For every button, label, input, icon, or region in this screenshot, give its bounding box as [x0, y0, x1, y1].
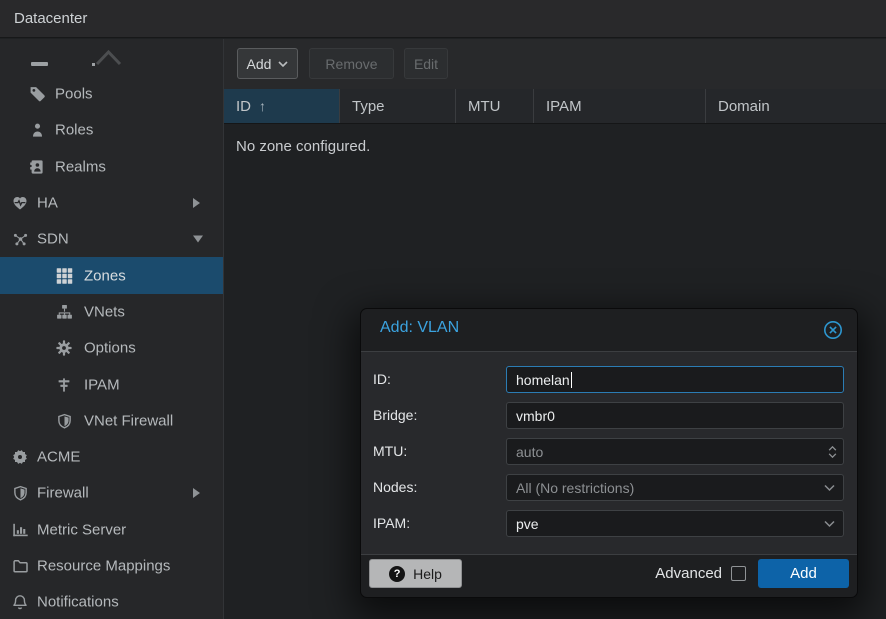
sidebar-item-ha[interactable]: HA [0, 185, 223, 221]
column-header-ipam[interactable]: IPAM [534, 89, 706, 123]
certificate-icon [10, 449, 30, 465]
sort-ascending-icon: ↑ [259, 98, 266, 114]
ipam-field-row: IPAM: pve [373, 510, 844, 537]
edit-button[interactable]: Edit [404, 48, 448, 79]
add-button[interactable]: Add [237, 48, 298, 79]
dialog-title: Add: VLAN [380, 319, 459, 337]
sidebar-item-acme[interactable]: ACME [0, 439, 223, 475]
mtu-spinner[interactable]: auto [506, 438, 844, 465]
id-input[interactable]: homelan [506, 366, 844, 393]
column-header-domain[interactable]: Domain [706, 89, 886, 123]
sidebar-item-resource-mappings[interactable]: Resource Mappings [0, 548, 223, 584]
toolbar: Add Remove Edit [224, 39, 886, 89]
sidebar-item-pools[interactable]: Pools [0, 76, 223, 112]
sidebar-item-realms[interactable]: Realms [0, 149, 223, 185]
dialog-body: ID: homelan Bridge: vmbr0 MTU: auto Node… [361, 351, 857, 555]
page-title: Datacenter [14, 0, 87, 38]
clipped-caret-fragment [95, 49, 122, 66]
address-book-icon [27, 159, 47, 175]
heartbeat-icon [10, 195, 30, 211]
sitemap-icon [54, 304, 74, 320]
ipam-field-label: IPAM: [373, 515, 410, 531]
sidebar-item-notifications[interactable]: Notifications [0, 584, 223, 619]
chevron-down-icon [278, 61, 288, 67]
shield-icon [10, 485, 30, 501]
bar-chart-icon [10, 522, 30, 538]
column-header-mtu[interactable]: MTU [456, 89, 534, 123]
sidebar-item-vnets[interactable]: VNets [0, 294, 223, 330]
sidebar-item-metric-server[interactable]: Metric Server [0, 512, 223, 548]
spinner-arrows-icon[interactable] [828, 446, 837, 458]
remove-button[interactable]: Remove [309, 48, 394, 79]
mtu-field-label: MTU: [373, 443, 407, 459]
expand-arrow-icon[interactable] [193, 488, 200, 498]
gear-icon [54, 340, 74, 356]
column-header-id[interactable]: ID ↑ [224, 89, 340, 123]
id-field-row: ID: homelan [373, 366, 844, 393]
chevron-down-icon [824, 520, 835, 527]
close-icon[interactable] [821, 318, 845, 342]
bell-icon [10, 594, 30, 610]
nodes-field-row: Nodes: All (No restrictions) [373, 474, 844, 501]
chevron-down-icon [824, 484, 835, 491]
empty-table-message: No zone configured. [236, 138, 370, 155]
bridge-field-label: Bridge: [373, 407, 417, 423]
network-icon [10, 231, 30, 248]
help-button[interactable]: ? Help [369, 559, 462, 588]
sidebar-item-firewall[interactable]: Firewall [0, 475, 223, 511]
id-field-label: ID: [373, 371, 391, 387]
tag-icon [27, 86, 47, 103]
expand-arrow-icon[interactable] [193, 198, 200, 208]
sidebar-item-options[interactable]: Options [0, 330, 223, 366]
sidebar-item-ipam[interactable]: IPAM [0, 366, 223, 402]
sidebar-tree: Pools Roles Realms HA SDN Zones [0, 39, 224, 619]
nodes-field-label: Nodes: [373, 479, 417, 495]
grid-icon [54, 267, 74, 284]
advanced-checkbox[interactable] [731, 566, 746, 581]
shield-icon [54, 413, 74, 429]
sidebar-item-partial[interactable] [0, 39, 223, 76]
clipped-icon-fragment [31, 62, 48, 66]
sidebar-item-vnet-firewall[interactable]: VNet Firewall [0, 403, 223, 439]
ipam-icon [54, 377, 74, 393]
advanced-label: Advanced [655, 565, 722, 582]
column-header-type[interactable]: Type [340, 89, 456, 123]
sidebar-item-roles[interactable]: Roles [0, 112, 223, 148]
top-bar: Datacenter [0, 0, 886, 38]
dialog-actions: Advanced Add [655, 559, 849, 588]
text-cursor [571, 372, 572, 388]
sidebar-item-sdn[interactable]: SDN [0, 221, 223, 257]
collapse-arrow-icon[interactable] [193, 236, 203, 243]
submit-add-button[interactable]: Add [758, 559, 849, 588]
nodes-dropdown[interactable]: All (No restrictions) [506, 474, 844, 501]
question-mark-icon: ? [389, 566, 405, 582]
user-icon [27, 122, 47, 138]
bridge-input[interactable]: vmbr0 [506, 402, 844, 429]
table-header: ID ↑ Type MTU IPAM Domain [224, 89, 886, 124]
mtu-field-row: MTU: auto [373, 438, 844, 465]
bridge-field-row: Bridge: vmbr0 [373, 402, 844, 429]
folder-icon [10, 558, 30, 574]
add-vlan-dialog: Add: VLAN ID: homelan Bridge: vmbr0 MTU:… [360, 308, 858, 598]
sidebar-item-zones[interactable]: Zones [0, 257, 223, 293]
ipam-dropdown[interactable]: pve [506, 510, 844, 537]
